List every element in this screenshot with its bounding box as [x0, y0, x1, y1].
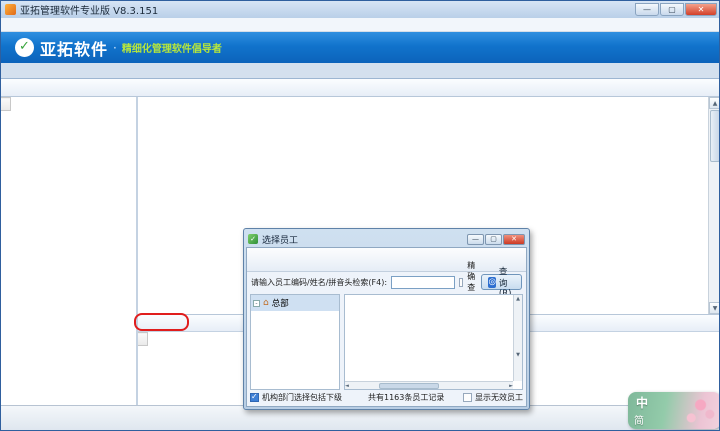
dialog-title-bar[interactable]: ✓ 选择员工 — ▢ ✕ — [246, 231, 527, 247]
record-count: 共有1163条员工记录 — [368, 392, 444, 403]
tree-collapse-icon[interactable]: - — [253, 300, 260, 307]
logo: ✓ 亚拓软件 · 精细化管理软件倡导者 — [15, 36, 222, 60]
vertical-scrollbar[interactable]: ▲ ▼ — [708, 97, 720, 314]
select-employee-dialog: ✓ 选择员工 — ▢ ✕ 请输入员工编码/姓名/拼音头检索(F4): 精确查找 … — [243, 228, 530, 410]
tree-node-root[interactable]: - ⌂ 总部 — [251, 295, 339, 311]
scroll-up-icon[interactable]: ▲ — [709, 97, 720, 109]
ime-widget[interactable]: 中 简 — [628, 392, 720, 429]
maximize-button[interactable]: ▢ — [660, 3, 684, 16]
dialog-window-controls: — ▢ ✕ — [467, 234, 525, 245]
scroll-down-icon[interactable]: ▼ — [709, 302, 720, 314]
minimize-button[interactable]: — — [635, 3, 659, 16]
menu-bar — [1, 18, 720, 32]
dialog-body: - ⌂ 总部 ▲▼ ◄► — [250, 294, 523, 390]
search-icon: ◎ — [488, 277, 495, 288]
banner: ✓ 亚拓软件 · 精细化管理软件倡导者 — [1, 32, 720, 63]
employee-table: ▲▼ ◄► — [344, 294, 523, 390]
ime-simplified-label: 简 — [634, 412, 644, 427]
dialog-minimize-button[interactable]: — — [467, 234, 484, 245]
dialog-close-button[interactable]: ✕ — [503, 234, 525, 245]
dialog-client: 请输入员工编码/姓名/拼音头检索(F4): 精确查找 ◎ 查询(R) - ⌂ 总… — [246, 247, 527, 407]
search-input[interactable] — [391, 276, 455, 289]
home-icon: ⌂ — [263, 298, 269, 308]
include-sublevel-label: 机构部门选择包括下级 — [262, 392, 342, 403]
tab-strip — [1, 63, 720, 79]
dialog-maximize-button[interactable]: ▢ — [485, 234, 502, 245]
main-toolbar — [1, 79, 720, 97]
window-controls: — ▢ ✕ — [635, 3, 717, 16]
row-marker-header — [138, 333, 147, 346]
dialog-icon: ✓ — [248, 234, 258, 244]
query-button[interactable]: ◎ 查询(R) — [481, 274, 522, 290]
logo-text: 亚拓软件 — [40, 36, 108, 60]
dialog-horizontal-scrollbar[interactable]: ◄► — [345, 381, 513, 389]
close-button[interactable]: ✕ — [685, 3, 717, 16]
logo-icon: ✓ — [15, 38, 34, 57]
show-invalid-label: 显示无效员工 — [475, 392, 523, 403]
search-label: 请输入员工编码/姓名/拼音头检索(F4): — [251, 277, 387, 288]
dialog-title: 选择员工 — [262, 233, 298, 246]
app-icon — [5, 4, 16, 15]
show-invalid-checkbox[interactable] — [463, 393, 472, 402]
dialog-footer: 机构部门选择包括下级 共有1163条员工记录 显示无效员工 — [250, 390, 523, 404]
dialog-search-row: 请输入员工编码/姓名/拼音头检索(F4): 精确查找 ◎ 查询(R) — [247, 272, 526, 292]
window-title: 亚拓管理软件专业版 V8.3.151 — [20, 2, 158, 17]
scroll-thumb[interactable] — [710, 110, 720, 162]
logo-separator: · — [113, 41, 117, 55]
dialog-vertical-scrollbar[interactable]: ▲▼ — [513, 295, 522, 381]
template-list-panel — [1, 97, 138, 405]
exact-search-checkbox[interactable] — [459, 278, 463, 287]
title-bar: 亚拓管理软件专业版 V8.3.151 — ▢ ✕ — [1, 1, 720, 18]
dialog-toolbar — [247, 248, 526, 272]
app-window: 亚拓管理软件专业版 V8.3.151 — ▢ ✕ ✓ 亚拓软件 · 精细化管理软… — [0, 0, 720, 431]
slogan: 精细化管理软件倡导者 — [122, 40, 222, 55]
org-tree: - ⌂ 总部 — [250, 294, 340, 390]
row-marker-header — [1, 98, 10, 111]
include-sublevel-checkbox[interactable] — [250, 393, 259, 402]
ime-lang-label: 中 — [636, 394, 648, 411]
